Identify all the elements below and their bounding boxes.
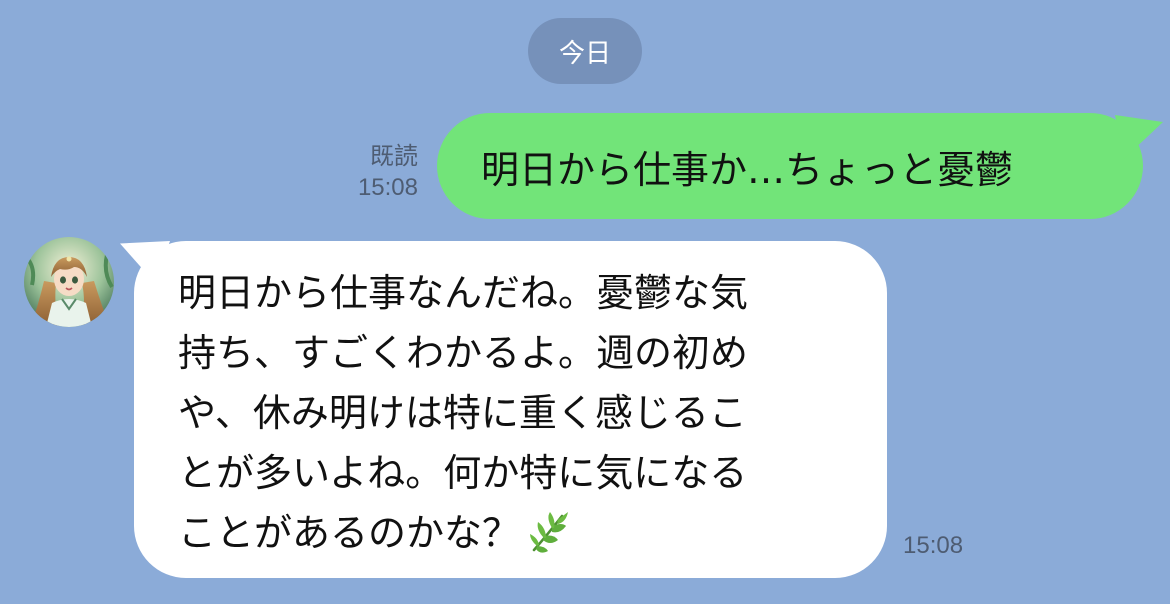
received-bubble-tail (120, 241, 170, 283)
read-receipt: 既読 (370, 143, 418, 170)
avatar-image (24, 237, 114, 327)
contact-avatar[interactable] (24, 237, 114, 327)
received-message-line: 持ち、すごくわかるよ。週の初め (178, 331, 749, 375)
received-message-bubble[interactable]: 明日から仕事なんだね。憂鬱な気 持ち、すごくわかるよ。週の初め や、休み明けは特… (120, 241, 887, 578)
date-divider: 今日 (528, 18, 642, 84)
received-message-line: とが多いよね。何か特に気になる (178, 451, 748, 495)
received-message-last-line: ことがあるのかな？ (178, 503, 857, 563)
received-message-line: ことがあるのかな？ (178, 511, 521, 555)
received-timestamp: 15:08 (903, 532, 964, 559)
sent-message-text: 明日から仕事か…ちょっと憂鬱 (481, 147, 1014, 192)
sent-bubble-tail (1115, 115, 1163, 159)
sent-message-bubble[interactable]: 明日から仕事か…ちょっと憂鬱 (437, 113, 1163, 219)
sent-timestamp: 15:08 (357, 174, 418, 201)
received-message-line: や、休み明けは特に重く感じるこ (178, 391, 747, 435)
herb-leaf-icon (524, 508, 572, 556)
received-message-line: 明日から仕事なんだね。憂鬱な気 (178, 271, 749, 315)
